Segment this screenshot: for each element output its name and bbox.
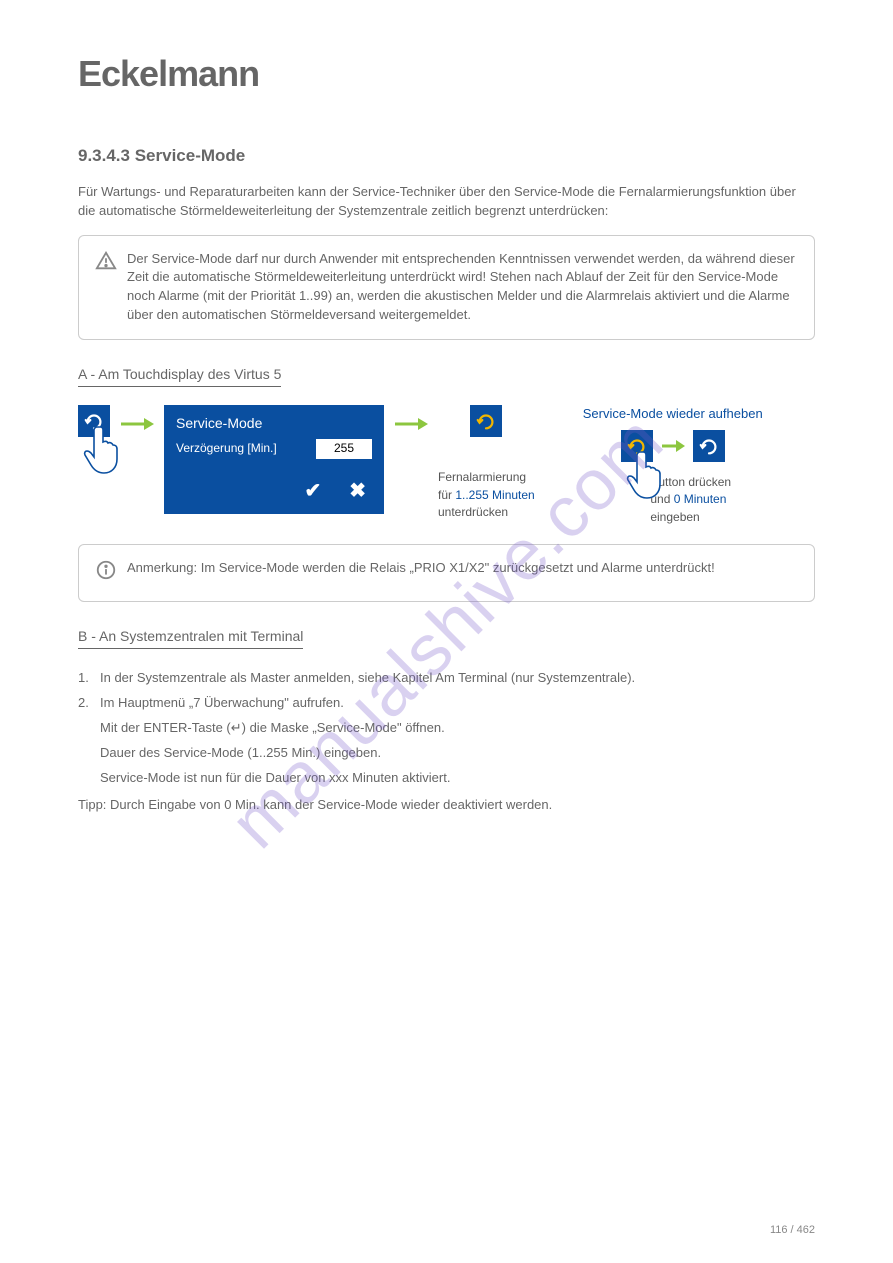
hand-pointer-icon xyxy=(625,448,669,500)
delay-label: Verzögerung [Min.] xyxy=(176,440,308,457)
warning-icon xyxy=(95,250,117,325)
step-2d: Service-Mode ist nun für die Dauer von x… xyxy=(78,769,815,788)
step-2c: Dauer des Service-Mode (1..255 Min.) ein… xyxy=(78,744,815,763)
warning-box: Der Service-Mode darf nur durch Anwender… xyxy=(78,235,815,340)
step-2b: Mit der ENTER-Taste (↵) die Maske „Servi… xyxy=(78,719,815,738)
service-mode-inactive-icon xyxy=(693,430,725,462)
confirm-button[interactable]: ✔ xyxy=(304,477,321,506)
step-1: 1.In der Systemzentrale als Master anmel… xyxy=(78,669,815,688)
cancel-service-mode-heading: Service-Mode wieder aufheben xyxy=(583,405,763,424)
delay-input[interactable]: 255 xyxy=(316,439,372,458)
tip-text: Tipp: Durch Eingabe von 0 Min. kann der … xyxy=(78,796,815,815)
hand-pointer-icon xyxy=(82,423,126,475)
subsection-a-heading: A - Am Touchdisplay des Virtus 5 xyxy=(78,364,281,387)
brand-logo: Eckelmann xyxy=(78,48,815,100)
intro-paragraph: Für Wartungs- und Reparaturarbeiten kann… xyxy=(78,183,815,221)
step-2a: 2.Im Hauptmenü „7 Überwachung" aufrufen. xyxy=(78,694,815,713)
arrow-right-icon xyxy=(394,408,428,440)
service-mode-panel: Service-Mode Verzögerung [Min.] 255 ✔ ✖ xyxy=(164,405,384,514)
page-number: 116 / 462 xyxy=(770,1223,815,1239)
caption-suppress: Fernalarmierung für 1..255 Minuten unter… xyxy=(438,469,535,521)
service-mode-diagram: Service-Mode Verzögerung [Min.] 255 ✔ ✖ … xyxy=(78,405,815,526)
cancel-button[interactable]: ✖ xyxy=(349,477,366,506)
section-heading: 9.3.4.3 Service-Mode xyxy=(78,144,815,169)
info-icon xyxy=(95,559,117,587)
info-box: Anmerkung: Im Service-Mode werden die Re… xyxy=(78,544,815,602)
subsection-b-heading: B - An Systemzentralen mit Terminal xyxy=(78,626,303,649)
warning-text: Der Service-Mode darf nur durch Anwender… xyxy=(127,250,798,325)
steps-list: 1.In der Systemzentrale als Master anmel… xyxy=(78,669,815,787)
info-text: Anmerkung: Im Service-Mode werden die Re… xyxy=(127,559,798,587)
service-mode-active-icon xyxy=(470,405,502,437)
panel-title: Service-Mode xyxy=(176,413,372,433)
